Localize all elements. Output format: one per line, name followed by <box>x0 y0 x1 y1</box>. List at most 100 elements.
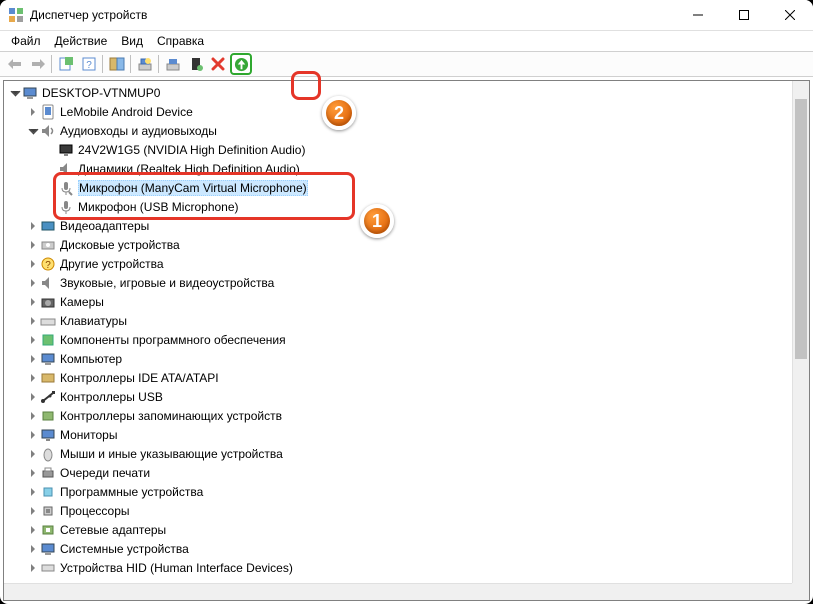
printer-icon <box>40 465 56 481</box>
window-title: Диспетчер устройств <box>30 8 675 22</box>
system-icon <box>40 541 56 557</box>
expand-icon[interactable] <box>26 371 40 385</box>
tree-category-monitors[interactable]: Мониторы <box>4 425 809 444</box>
toolbar-disable-icon[interactable] <box>207 53 230 75</box>
toolbar-uninstall-icon[interactable] <box>184 53 207 75</box>
tree-category-hid[interactable]: Устройства HID (Human Interface Devices) <box>4 558 809 577</box>
menu-action[interactable]: Действие <box>48 32 115 50</box>
tree-category-software-devices[interactable]: Программные устройства <box>4 482 809 501</box>
expand-icon[interactable] <box>26 105 40 119</box>
ide-icon <box>40 370 56 386</box>
tree-category-audio[interactable]: Аудиовходы и аудиовыходы <box>4 121 809 140</box>
expand-icon[interactable] <box>8 86 22 100</box>
cpu-icon <box>40 503 56 519</box>
usb-icon <box>40 389 56 405</box>
expand-icon[interactable] <box>26 257 40 271</box>
back-button[interactable] <box>3 53 26 75</box>
expand-icon[interactable] <box>26 542 40 556</box>
tree-category-processors[interactable]: Процессоры <box>4 501 809 520</box>
expand-icon[interactable] <box>26 428 40 442</box>
computer-icon <box>40 351 56 367</box>
maximize-button[interactable] <box>721 0 767 30</box>
tree-category-software-components[interactable]: Компоненты программного обеспечения <box>4 330 809 349</box>
monitor-icon <box>40 427 56 443</box>
tree-device-speakers[interactable]: Динамики (Realtek High Definition Audio) <box>4 159 809 178</box>
annotation-callout-2: 2 <box>322 96 356 130</box>
scroll-corner <box>792 583 809 600</box>
tree-category-sound[interactable]: Звуковые, игровые и видеоустройства <box>4 273 809 292</box>
toolbar-update-driver-icon[interactable] <box>161 53 184 75</box>
tree-root[interactable]: DESKTOP-VTNMUP0 <box>4 83 809 102</box>
tree-category-lemobile[interactable]: LeMobile Android Device <box>4 102 809 121</box>
tree-category-system[interactable]: Системные устройства <box>4 539 809 558</box>
forward-button[interactable] <box>26 53 49 75</box>
microphone-icon <box>58 199 74 215</box>
tree-device-usb-mic[interactable]: Микрофон (USB Microphone) <box>4 197 809 216</box>
tree-category-network[interactable]: Сетевые адаптеры <box>4 520 809 539</box>
expand-icon[interactable] <box>26 523 40 537</box>
menubar: Файл Действие Вид Справка <box>0 31 813 51</box>
expand-icon[interactable] <box>26 238 40 252</box>
svg-text:?: ? <box>86 60 92 71</box>
tree-category-keyboards[interactable]: Клавиатуры <box>4 311 809 330</box>
close-button[interactable] <box>767 0 813 30</box>
tree-category-disk[interactable]: Дисковые устройства <box>4 235 809 254</box>
tree-device-nvidia-audio[interactable]: 24V2W1G5 (NVIDIA High Definition Audio) <box>4 140 809 159</box>
network-icon <box>40 522 56 538</box>
toolbar-enable-button[interactable] <box>230 53 252 75</box>
menu-file[interactable]: Файл <box>4 32 48 50</box>
expand-icon[interactable] <box>26 409 40 423</box>
tree-category-other[interactable]: ?Другие устройства <box>4 254 809 273</box>
disk-icon <box>40 237 56 253</box>
expand-icon[interactable] <box>26 314 40 328</box>
expand-icon[interactable] <box>26 561 40 575</box>
sound-icon <box>40 275 56 291</box>
expand-icon[interactable] <box>26 352 40 366</box>
expand-icon[interactable] <box>26 276 40 290</box>
monitor-icon <box>58 142 74 158</box>
device-tree[interactable]: DESKTOP-VTNMUP0 LeMobile Android Device … <box>4 81 809 579</box>
unknown-icon: ? <box>40 256 56 272</box>
microphone-icon <box>58 180 74 196</box>
expand-icon[interactable] <box>26 485 40 499</box>
mouse-icon <box>40 446 56 462</box>
speaker-icon <box>58 161 74 177</box>
toolbar-icon-1[interactable] <box>54 53 77 75</box>
toolbar-properties-icon[interactable] <box>105 53 128 75</box>
tree-category-print[interactable]: Очереди печати <box>4 463 809 482</box>
toolbar-help-icon[interactable]: ? <box>77 53 100 75</box>
device-icon <box>40 104 56 120</box>
camera-icon <box>40 294 56 310</box>
computer-icon <box>22 85 38 101</box>
device-manager-window: Диспетчер устройств Файл Действие Вид Сп… <box>0 0 813 604</box>
expand-icon[interactable] <box>26 219 40 233</box>
menu-help[interactable]: Справка <box>150 32 211 50</box>
tree-category-video[interactable]: Видеоадаптеры <box>4 216 809 235</box>
horizontal-scrollbar[interactable] <box>4 583 792 600</box>
expand-icon[interactable] <box>26 504 40 518</box>
expand-icon[interactable] <box>26 124 40 138</box>
tree-category-computer[interactable]: Компьютер <box>4 349 809 368</box>
tree-category-storage[interactable]: Контроллеры запоминающих устройств <box>4 406 809 425</box>
tree-device-manycam-mic[interactable]: Микрофон (ManyCam Virtual Microphone) <box>4 178 809 197</box>
toolbar-refresh-icon[interactable] <box>133 53 156 75</box>
tree-category-mice[interactable]: Мыши и иные указывающие устройства <box>4 444 809 463</box>
storage-icon <box>40 408 56 424</box>
expand-icon[interactable] <box>26 390 40 404</box>
tree-category-usb[interactable]: Контроллеры USB <box>4 387 809 406</box>
chip-icon <box>40 484 56 500</box>
svg-text:?: ? <box>45 260 51 271</box>
expand-icon[interactable] <box>26 447 40 461</box>
menu-view[interactable]: Вид <box>114 32 150 50</box>
minimize-button[interactable] <box>675 0 721 30</box>
tree-category-ide[interactable]: Контроллеры IDE ATA/ATAPI <box>4 368 809 387</box>
expand-icon[interactable] <box>26 333 40 347</box>
display-adapter-icon <box>40 218 56 234</box>
keyboard-icon <box>40 313 56 329</box>
expand-icon[interactable] <box>26 295 40 309</box>
audio-icon <box>40 123 56 139</box>
vertical-scrollbar[interactable] <box>792 81 809 583</box>
tree-category-cameras[interactable]: Камеры <box>4 292 809 311</box>
expand-icon[interactable] <box>26 466 40 480</box>
toolbar: ? <box>0 51 813 77</box>
